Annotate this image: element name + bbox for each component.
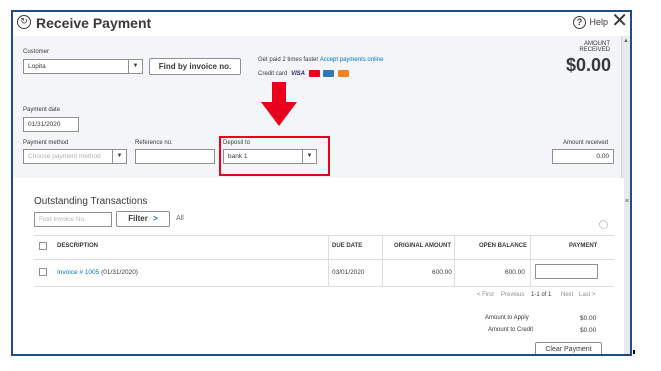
find-by-invoice-button[interactable]: Find by invoice no. bbox=[149, 58, 241, 75]
customer-select[interactable]: Lopita ▼ bbox=[23, 59, 143, 74]
col-due-date: DUE DATE bbox=[332, 243, 363, 249]
accept-payments-link[interactable]: Accept payments online bbox=[320, 57, 384, 63]
customer-label: Customer bbox=[23, 49, 50, 55]
amount-received-header-label: AMOUNT RECEIVED bbox=[579, 41, 610, 53]
col-divider bbox=[530, 235, 531, 287]
customer-value: Lopita bbox=[28, 63, 46, 70]
reference-label: Reference no. bbox=[135, 140, 173, 146]
pager-next[interactable]: Next bbox=[561, 292, 573, 298]
col-divider bbox=[454, 235, 455, 287]
amount-to-credit-value: $0.00 bbox=[580, 327, 597, 334]
credit-card-row: Credit card VISA bbox=[258, 70, 350, 78]
col-open-balance: OPEN BALANCE bbox=[479, 243, 528, 249]
col-description: DESCRIPTION bbox=[57, 243, 99, 249]
outstanding-title: Outstanding Transactions bbox=[34, 196, 148, 207]
table-bottom-border bbox=[34, 286, 614, 287]
filter-label: Filter bbox=[128, 214, 148, 223]
promo-label: Get paid 2 times faster bbox=[258, 57, 319, 63]
visa-logo-icon: VISA bbox=[291, 71, 306, 78]
payment-method-select[interactable]: Choose payment method ▼ bbox=[23, 149, 127, 164]
amount-to-credit-label: Amount to Credit bbox=[488, 327, 534, 333]
amount-received-total: $0.00 bbox=[565, 55, 611, 75]
filter-all-label: All bbox=[176, 215, 184, 222]
pager-range: 1-1 of 1 bbox=[531, 292, 552, 298]
scroll-up-icon[interactable]: ▲ bbox=[623, 38, 629, 44]
col-divider bbox=[328, 235, 329, 287]
filter-chevron-icon: > bbox=[153, 214, 158, 223]
scroll-grip-icon[interactable]: ≡ bbox=[625, 198, 629, 205]
history-icon[interactable]: ↻ bbox=[17, 15, 31, 29]
red-arrow-down-icon bbox=[261, 82, 297, 126]
deposit-highlight-box bbox=[219, 136, 330, 176]
find-invoice-input[interactable]: Find Invoice No. bbox=[34, 212, 112, 227]
chevron-down-icon[interactable]: ▼ bbox=[128, 60, 142, 73]
receive-payment-window: ↻ Receive Payment ? Help ✕ ▲ ≡ Customer … bbox=[11, 10, 632, 356]
clear-payment-button[interactable]: Clear Payment bbox=[535, 342, 602, 354]
row-due-date: 03/01/2020 bbox=[332, 269, 365, 276]
chevron-down-icon[interactable]: ▼ bbox=[112, 150, 126, 163]
reference-input[interactable] bbox=[135, 149, 215, 164]
filter-button[interactable]: Filter > bbox=[116, 211, 170, 227]
page-title: Receive Payment bbox=[36, 15, 152, 31]
amount-received-label: Amount received bbox=[563, 140, 609, 146]
row-description: Invoice # 1005 (01/31/2020) bbox=[57, 269, 138, 276]
discover-icon bbox=[338, 70, 350, 77]
promo-text: Get paid 2 times faster Accept payments … bbox=[258, 57, 383, 63]
row-payment-input[interactable] bbox=[535, 264, 598, 279]
pager-first[interactable]: < First bbox=[477, 292, 494, 298]
outstanding-transactions-panel: Outstanding Transactions Find Invoice No… bbox=[13, 178, 624, 354]
help-icon[interactable]: ? bbox=[573, 16, 586, 29]
table-top-border bbox=[34, 235, 614, 236]
amount-to-apply-label: Amount to Apply bbox=[485, 315, 529, 321]
pager-previous[interactable]: Previous bbox=[501, 292, 524, 298]
close-icon[interactable]: ✕ bbox=[611, 12, 628, 31]
col-payment: PAYMENT bbox=[569, 243, 598, 249]
payment-method-label: Payment method bbox=[23, 140, 69, 146]
pager-last[interactable]: Last > bbox=[579, 292, 596, 298]
payment-date-label: Payment date bbox=[23, 107, 61, 113]
row-open-balance: 600.00 bbox=[505, 269, 525, 276]
corner-mark bbox=[633, 350, 635, 354]
amount-to-apply-value: $0.00 bbox=[580, 315, 597, 322]
gear-icon[interactable] bbox=[599, 220, 608, 229]
amex-icon bbox=[323, 70, 335, 77]
credit-card-label: Credit card bbox=[258, 71, 288, 78]
amount-received-input[interactable]: 0.00 bbox=[552, 149, 614, 164]
amount-label-line2: RECEIVED bbox=[579, 47, 610, 53]
payment-date-input[interactable]: 01/31/2020 bbox=[23, 117, 79, 132]
invoice-link[interactable]: Invoice # 1005 bbox=[57, 269, 99, 276]
payment-method-placeholder: Choose payment method bbox=[28, 153, 101, 160]
mastercard-icon bbox=[308, 70, 320, 77]
row-checkbox[interactable] bbox=[39, 268, 47, 276]
row-original-amount: 600.00 bbox=[432, 269, 452, 276]
col-original-amount: ORIGINAL AMOUNT bbox=[394, 243, 451, 249]
invoice-date: (01/31/2020) bbox=[101, 269, 138, 276]
window-header: ↻ Receive Payment ? Help ✕ bbox=[13, 12, 630, 36]
col-divider bbox=[382, 235, 383, 287]
table-header-border bbox=[34, 259, 614, 260]
select-all-checkbox[interactable] bbox=[39, 242, 47, 250]
help-link[interactable]: Help bbox=[589, 17, 608, 27]
